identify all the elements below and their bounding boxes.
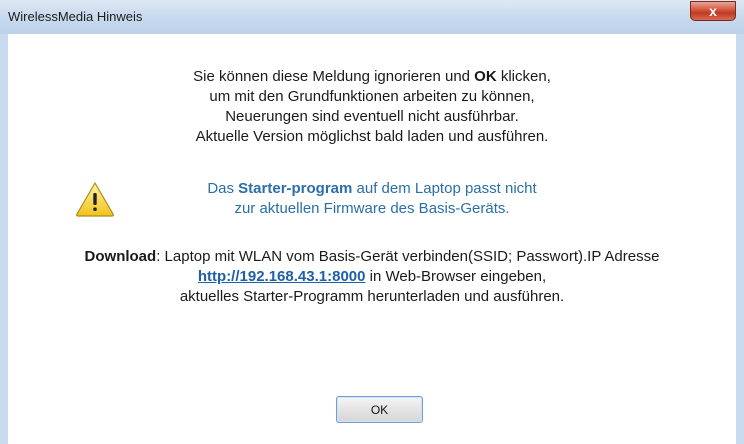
- title-bar[interactable]: WirelessMedia Hinweis x: [0, 0, 744, 35]
- window-title: WirelessMedia Hinweis: [8, 9, 143, 24]
- info-line-3: Neuerungen sind eventuell nicht ausführb…: [225, 108, 519, 125]
- ok-button-label: OK: [370, 402, 389, 417]
- warning-line-2: zur aktuellen Firmware des Basis-Geräts.: [234, 200, 510, 217]
- dialog-content: Sie können diese Meldung ignorieren und …: [8, 34, 736, 444]
- window-frame-right: [736, 34, 744, 444]
- dialog-window: WirelessMedia Hinweis x Sie können diese…: [0, 0, 744, 444]
- ok-button[interactable]: OK: [336, 396, 423, 423]
- window-frame-left: [0, 34, 8, 444]
- info-line-4: Aktuelle Version möglichst bald laden un…: [195, 128, 549, 145]
- info-line-2: um mit den Grundfunktionen arbeiten zu k…: [209, 88, 535, 105]
- info-line-1-prefix: Sie können diese Meldung ignorieren und: [193, 68, 475, 85]
- info-line-1-bold: OK: [474, 68, 497, 85]
- info-line-1: Sie können diese Meldung ignorieren und …: [8, 67, 736, 87]
- warning-line-1-bold: Starter-program: [238, 180, 353, 197]
- download-instructions: Download: Laptop mit WLAN vom Basis-Gerä…: [8, 247, 736, 307]
- download-line-3: aktuelles Starter-Programm herunterladen…: [179, 288, 565, 305]
- download-link[interactable]: http://192.168.43.1:8000: [198, 268, 366, 285]
- download-line-2: http://192.168.43.1:8000 in Web-Browser …: [8, 267, 736, 287]
- download-line-1: Download: Laptop mit WLAN vom Basis-Gerä…: [8, 247, 736, 267]
- close-icon: x: [709, 3, 717, 19]
- download-label: Download: [84, 248, 157, 265]
- info-message: Sie können diese Meldung ignorieren und …: [8, 67, 736, 147]
- info-line-1-suffix: klicken,: [496, 68, 551, 85]
- warning-line-1-suffix: auf dem Laptop passt nicht: [352, 180, 537, 197]
- warning-line-1: Das Starter-program auf dem Laptop passt…: [8, 179, 736, 199]
- warning-line-1-prefix: Das: [207, 180, 239, 197]
- close-button[interactable]: x: [690, 1, 736, 21]
- warning-message: Das Starter-program auf dem Laptop passt…: [8, 179, 736, 219]
- download-line-2-rest: in Web-Browser eingeben,: [365, 268, 547, 285]
- download-line-1-rest: : Laptop mit WLAN vom Basis-Gerät verbin…: [156, 248, 660, 265]
